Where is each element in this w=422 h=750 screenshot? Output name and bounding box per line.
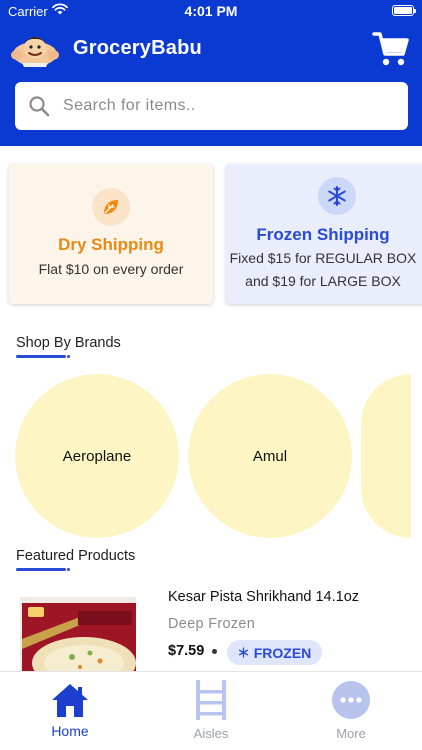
- brands-section-underline: [16, 355, 70, 358]
- separator-dot: [212, 649, 217, 654]
- brand-partial[interactable]: [361, 374, 411, 538]
- aisles-icon: [196, 680, 226, 720]
- leaf-icon-badge: [92, 188, 130, 226]
- snowflake-icon-badge: [318, 177, 356, 215]
- tab-more-icon-wrap: [331, 680, 371, 720]
- tab-aisles-icon-wrap: [191, 680, 231, 720]
- dry-shipping-desc: Flat $10 on every order: [38, 261, 184, 277]
- tab-home-label: Home: [51, 723, 89, 739]
- snowflake-icon: [328, 186, 346, 206]
- frozen-shipping-title: Frozen Shipping: [256, 225, 390, 244]
- snowflake-small-icon: [238, 647, 248, 658]
- search-input[interactable]: [63, 82, 393, 130]
- search-bar[interactable]: [15, 82, 408, 130]
- more-icon: [332, 681, 370, 719]
- tab-home[interactable]: Home: [0, 672, 140, 750]
- tab-aisles-label: Aisles: [193, 726, 229, 741]
- tab-aisles[interactable]: Aisles: [141, 672, 281, 750]
- frozen-shipping-card[interactable]: Frozen Shipping Fixed $15 for REGULAR BO…: [226, 164, 422, 304]
- tab-more[interactable]: More: [281, 672, 421, 750]
- product-category: Deep Frozen: [168, 616, 256, 632]
- status-time: 4:01 PM: [184, 3, 238, 19]
- featured-section-underline: [16, 568, 70, 571]
- frozen-badge-label: FROZEN: [253, 644, 312, 661]
- app-title: GroceryBabu: [73, 37, 202, 59]
- status-bar: Carrier 4:01 PM: [0, 0, 422, 24]
- frozen-shipping-desc-2: and $19 for LARGE BOX: [245, 273, 401, 289]
- dry-shipping-title: Dry Shipping: [58, 235, 164, 254]
- home-icon: [52, 684, 88, 717]
- frozen-shipping-desc-1: Fixed $15 for REGULAR BOX: [229, 250, 417, 266]
- tab-home-icon-wrap: [50, 680, 90, 720]
- dry-shipping-card[interactable]: Dry Shipping Flat $10 on every order: [9, 164, 213, 304]
- product-name[interactable]: Kesar Pista Shrikhand 14.1oz: [168, 589, 359, 605]
- search-icon: [29, 96, 50, 117]
- battery-icon: [392, 5, 416, 16]
- product-price: $7.59: [168, 643, 205, 659]
- product-image[interactable]: [20, 597, 136, 672]
- brand-aeroplane[interactable]: Aeroplane: [15, 374, 179, 538]
- frozen-badge: FROZEN: [227, 640, 322, 665]
- mascot-logo-icon[interactable]: [10, 30, 60, 68]
- tab-bar: Home Aisles More: [0, 671, 422, 750]
- tab-more-label: More: [336, 726, 366, 741]
- brands-section-title: Shop By Brands: [16, 335, 121, 351]
- featured-section-title: Featured Products: [16, 548, 136, 564]
- cart-icon[interactable]: [372, 30, 410, 68]
- brand-amul[interactable]: Amul: [188, 374, 352, 538]
- leaf-icon: [104, 200, 118, 214]
- app-header: Carrier 4:01 PM GroceryBabu: [0, 0, 422, 146]
